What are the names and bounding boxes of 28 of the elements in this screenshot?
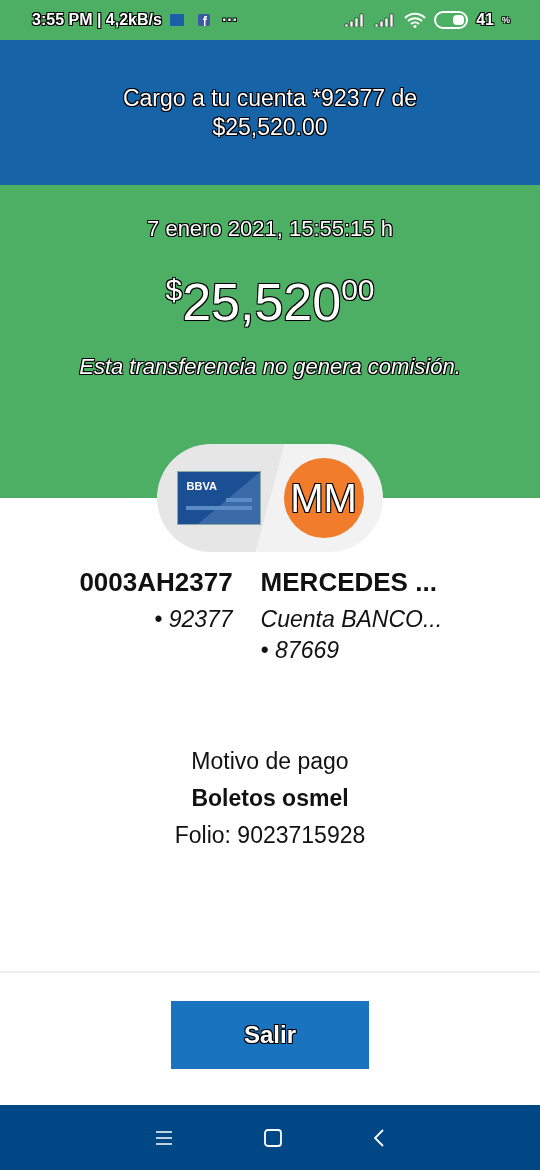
status-time: 3:55 PM | 4,2kB/s [32, 11, 162, 29]
payment-reason: Boletos osmel [191, 785, 349, 812]
battery-icon [434, 11, 469, 29]
signal-icon [344, 13, 367, 27]
facebook-icon [197, 14, 210, 26]
transfer-date: 7 enero 2021, 15:55:15 h [147, 216, 393, 242]
reason-label: Motivo de pago [191, 748, 349, 775]
recipient-name: MERCEDES ... [260, 566, 437, 599]
battery-level: 41 [476, 11, 494, 29]
toast-message: Cargo a tu cuenta *92377 de $25,520.00 [121, 83, 419, 142]
menu-icon[interactable] [156, 1130, 172, 1145]
percent-sign: % [502, 15, 510, 25]
app-icon [169, 14, 184, 26]
more-notifications: ··· [221, 11, 238, 29]
origin-account-number: • 92377 [154, 605, 233, 634]
wifi-icon [404, 12, 427, 28]
recipient-avatar: MM [283, 458, 364, 538]
commission-note: Esta transferencia no genera comisión. [79, 354, 461, 380]
recipient-bank: Cuenta BANCO... [260, 605, 443, 634]
home-icon[interactable] [264, 1128, 282, 1147]
signal-icon [374, 13, 397, 27]
bank-card-icon: BBVA [176, 471, 261, 525]
recipient-account-number: • 87669 [260, 636, 339, 665]
transfer-amount: $^{$}$25,520$^{00}$ [165, 272, 375, 332]
exit-button[interactable]: Salir [171, 1001, 369, 1069]
back-icon[interactable] [374, 1128, 384, 1147]
origin-account-name: 0003AH2377 [79, 566, 233, 599]
folio-number: Folio: 9023715928 [174, 822, 366, 849]
